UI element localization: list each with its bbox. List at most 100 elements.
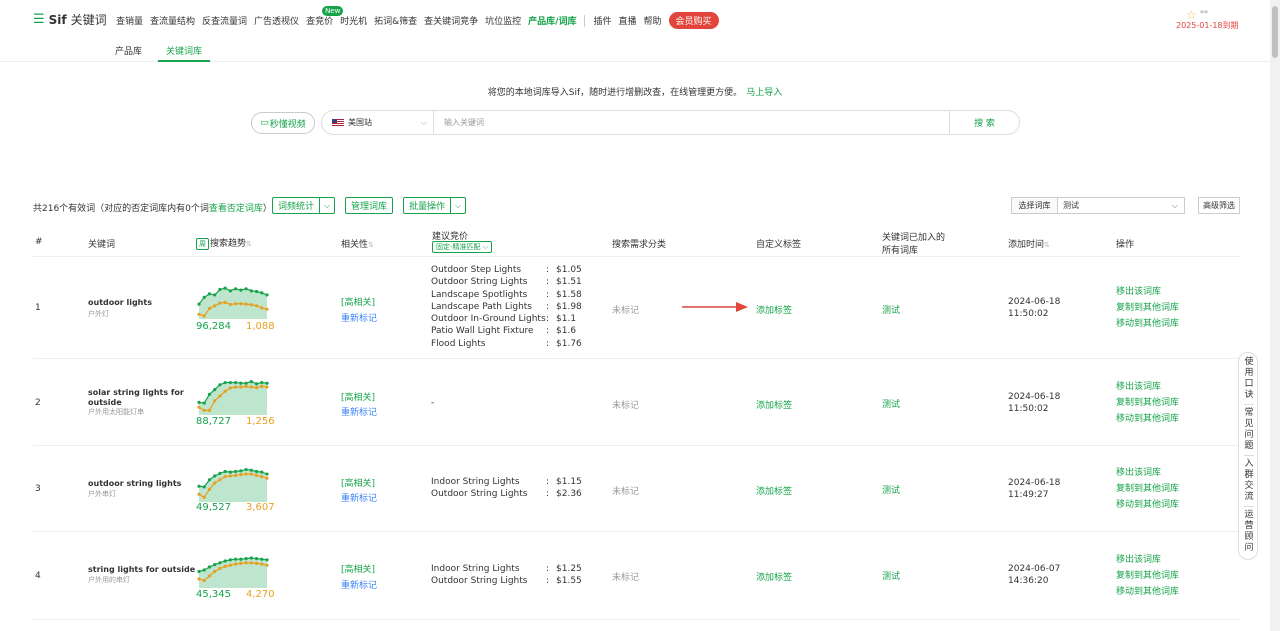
manage-library-button[interactable]: 管理词库 xyxy=(345,197,394,214)
nav-item-ad-insight[interactable]: 广告透视仪 xyxy=(254,14,299,27)
page-scrollbar[interactable] xyxy=(1270,0,1280,631)
move-to-library-link[interactable]: 移动到其他词库 xyxy=(1116,316,1179,332)
brand[interactable]: ☰ Sif 关键词 xyxy=(33,11,107,28)
copy-to-library-link[interactable]: 复制到其他词库 xyxy=(1116,568,1179,584)
search-bar: 美国站 ⌵ 搜 索 xyxy=(321,110,1020,135)
sort-icon[interactable]: ⇅ xyxy=(1044,241,1050,249)
header-relevance[interactable]: 相关性⇅ xyxy=(341,237,374,250)
nav-item-sales[interactable]: 查销量 xyxy=(116,14,143,27)
header-trend[interactable]: 周搜索趋势⇅ xyxy=(196,236,252,250)
library-select-value: 测试 xyxy=(1063,201,1079,210)
trend-point-secondary xyxy=(197,577,201,581)
header-added[interactable]: 添加时间⇅ xyxy=(1008,237,1050,250)
copy-to-library-link[interactable]: 复制到其他词库 xyxy=(1116,481,1179,497)
tab-keyword-library[interactable]: 关键词库 xyxy=(166,44,202,57)
trend-point-secondary xyxy=(249,561,253,565)
sort-icon[interactable]: ⇅ xyxy=(368,241,374,249)
row-keyword[interactable]: outdoor string lights xyxy=(88,479,198,489)
word-frequency-button[interactable]: 词频统计 ⌵ xyxy=(272,197,336,214)
tab-product-library[interactable]: 产品库 xyxy=(115,44,142,57)
remove-from-library-link[interactable]: 移出该词库 xyxy=(1116,465,1179,481)
remove-from-library-link[interactable]: 移出该词库 xyxy=(1116,552,1179,568)
nav-item-library[interactable]: 产品库/词库 xyxy=(528,14,576,27)
trend-sparkline[interactable] xyxy=(196,464,270,502)
library-name-link[interactable]: 测试 xyxy=(882,569,900,582)
bid-name: Indoor String Lights xyxy=(431,564,520,574)
scrollbar-thumb[interactable] xyxy=(1272,6,1278,58)
nav-item-traffic-structure[interactable]: 查流量结构 xyxy=(150,14,195,27)
trend-sparkline[interactable] xyxy=(196,279,270,319)
bid-price: $2.36 xyxy=(556,489,582,500)
nav-item-plugin[interactable]: 插件 xyxy=(593,14,611,27)
trend-point-primary xyxy=(228,470,232,474)
chevron-down-icon[interactable]: ⌵ xyxy=(319,198,334,213)
float-item-consultant[interactable]: 运营顾问 xyxy=(1243,510,1255,554)
trend-point-primary xyxy=(223,286,227,290)
move-to-library-link[interactable]: 移动到其他词库 xyxy=(1116,584,1179,600)
nav-item-expand-words[interactable]: 拓词&筛查 xyxy=(374,14,417,27)
library-name-link[interactable]: 测试 xyxy=(882,397,900,410)
sub-nav: 产品库 关键词库 xyxy=(0,38,1270,62)
batch-operation-label: 批量操作 xyxy=(409,202,446,212)
trend-period-select[interactable]: 周 xyxy=(196,238,209,250)
trend-point-secondary xyxy=(202,495,206,499)
bid-price: $1.6 xyxy=(556,326,577,337)
nav-item-live[interactable]: 直播 xyxy=(618,14,636,27)
remove-from-library-link[interactable]: 移出该词库 xyxy=(1116,379,1179,395)
keyword-search-input[interactable] xyxy=(434,111,949,134)
float-item-tips[interactable]: 使用口诀 xyxy=(1243,357,1255,401)
row-operations: 移出该词库 复制到其他词库 移动到其他词库 xyxy=(1116,284,1179,332)
trend-point-primary xyxy=(207,392,212,396)
add-tag-link[interactable]: 添加标签 xyxy=(756,398,792,411)
video-guide-button[interactable]: ▭ 秒懂视频 xyxy=(251,112,315,134)
nav-item-bid-label: 查竞价 xyxy=(306,17,334,27)
library-select[interactable]: 测试 ⌵ xyxy=(1057,197,1185,214)
remark-link[interactable]: 重新标记 xyxy=(341,578,377,591)
add-tag-link[interactable]: 添加标签 xyxy=(756,570,792,583)
chevron-down-icon[interactable]: ⌵ xyxy=(450,198,465,213)
library-name-link[interactable]: 测试 xyxy=(882,303,900,316)
bid-match-select[interactable]: 固定-精准匹配 ⌵ xyxy=(432,241,493,253)
copy-to-library-link[interactable]: 复制到其他词库 xyxy=(1116,300,1179,316)
nav-item-bid[interactable]: 查竞价 New xyxy=(306,6,344,27)
row-keyword[interactable]: outdoor lights xyxy=(88,298,198,308)
search-button[interactable]: 搜 索 xyxy=(949,111,1019,134)
remove-from-library-link[interactable]: 移出该词库 xyxy=(1116,284,1179,300)
nav-item-help[interactable]: 帮助 xyxy=(643,14,661,27)
sort-icon[interactable]: ⇅ xyxy=(246,240,252,248)
advanced-filter-button[interactable]: 高级筛选 xyxy=(1198,197,1240,214)
remark-link[interactable]: 重新标记 xyxy=(341,405,377,418)
move-to-library-link[interactable]: 移动到其他词库 xyxy=(1116,411,1179,427)
add-tag-link[interactable]: 添加标签 xyxy=(756,484,792,497)
trend-point-primary xyxy=(254,382,259,386)
import-now-link[interactable]: 马上导入 xyxy=(746,88,782,98)
copy-to-library-link[interactable]: 复制到其他词库 xyxy=(1116,395,1179,411)
row-keyword[interactable]: solar string lights for outside xyxy=(88,388,198,408)
float-item-faq[interactable]: 常见问题 xyxy=(1243,408,1255,452)
site-select[interactable]: 美国站 ⌵ xyxy=(322,111,434,134)
bid-colon: : xyxy=(546,564,550,574)
trend-sparkline[interactable] xyxy=(196,552,270,588)
nav-item-time-machine[interactable]: 时光机 xyxy=(340,14,367,27)
added-date: 2024-06-18 xyxy=(1008,392,1061,402)
trend-point-secondary xyxy=(254,473,259,477)
row-keyword[interactable]: string lights for outside xyxy=(88,565,198,575)
vip-buy-button[interactable]: 会员购买 xyxy=(668,12,719,29)
trend-point-secondary xyxy=(213,481,217,485)
trend-point-secondary xyxy=(197,312,201,316)
remark-link[interactable]: 重新标记 xyxy=(341,491,377,504)
trend-point-primary xyxy=(218,287,222,292)
negative-library-link[interactable]: 查看否定词库 xyxy=(209,204,263,214)
user-area[interactable]: ☆ ** 2025-01-18到期 xyxy=(1168,8,1248,32)
move-to-library-link[interactable]: 移动到其他词库 xyxy=(1116,497,1179,513)
nav-item-keyword-competition[interactable]: 查关键词竞争 xyxy=(424,14,478,27)
batch-operation-button[interactable]: 批量操作 ⌵ xyxy=(403,197,467,214)
add-tag-link[interactable]: 添加标签 xyxy=(756,303,792,316)
trend-sparkline[interactable] xyxy=(196,377,270,415)
trend-point-secondary xyxy=(244,561,248,565)
nav-item-slot-monitor[interactable]: 坑位监控 xyxy=(485,14,521,27)
library-name-link[interactable]: 测试 xyxy=(882,483,900,496)
nav-item-reverse-traffic[interactable]: 反查流量词 xyxy=(202,14,247,27)
float-item-group[interactable]: 入群交流 xyxy=(1243,459,1255,503)
remark-link[interactable]: 重新标记 xyxy=(341,311,377,324)
